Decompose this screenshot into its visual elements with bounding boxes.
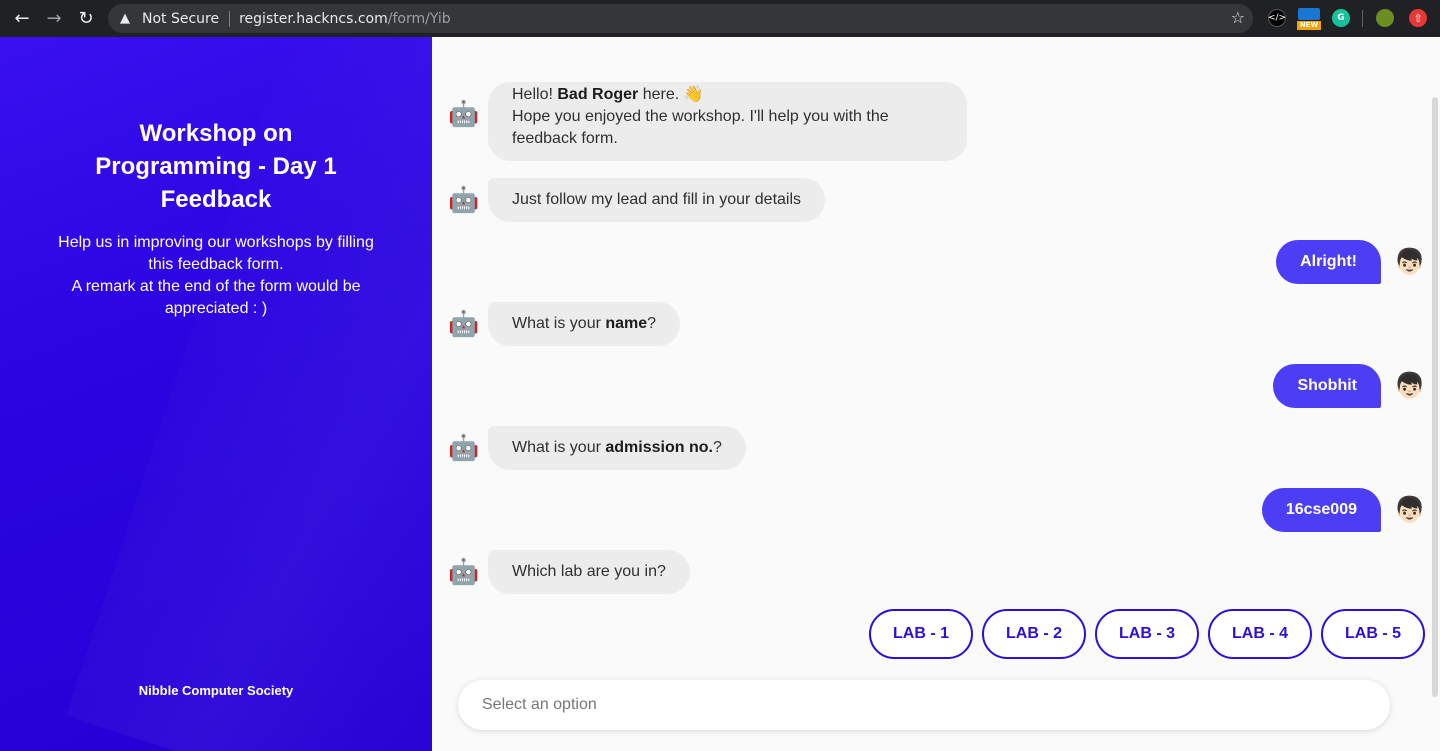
chat-input-bar <box>458 680 1390 730</box>
url-path: /form/Yib <box>387 10 451 27</box>
bot-message-follow: Just follow my lead and fill in your det… <box>488 178 826 222</box>
bot-name: Bad Roger <box>557 86 639 103</box>
greeting-prefix: Hello! <box>512 86 558 103</box>
option-lab-1[interactable]: LAB - 1 <box>869 609 973 659</box>
organization-name: Nibble Computer Society <box>138 683 294 698</box>
bot-question-lab: Which lab are you in? <box>488 550 690 594</box>
option-lab-5[interactable]: LAB - 5 <box>1321 609 1425 659</box>
question-prefix: What is your <box>512 315 606 332</box>
back-icon[interactable]: ← <box>6 2 38 34</box>
chat-panel: 🤖 Hello! Bad Roger here. 👋 Hope you enjo… <box>432 37 1440 751</box>
form-description: Help us in improving our workshops by fi… <box>56 232 376 320</box>
lab-options: LAB - 1 LAB - 2 LAB - 3 LAB - 4 LAB - 5 <box>869 609 1425 659</box>
bot-message-greeting: Hello! Bad Roger here. 👋 Hope you enjoye… <box>488 82 967 161</box>
reload-icon[interactable]: ↻ <box>70 2 102 34</box>
chat-input[interactable] <box>482 696 1362 714</box>
user-reply-name: Shobhit <box>1273 364 1381 408</box>
bot-avatar: 🤖 <box>448 434 480 462</box>
new-badge: NEW <box>1297 21 1321 30</box>
question-suffix: ? <box>712 439 722 456</box>
option-lab-4[interactable]: LAB - 4 <box>1208 609 1312 659</box>
user-reply-alright: Alright! <box>1276 240 1381 284</box>
form-title: Workshop on Programming - Day 1 Feedback <box>95 120 337 213</box>
bot-avatar: 🤖 <box>448 558 480 586</box>
description-line-2: A remark at the end of the form would be… <box>71 278 361 317</box>
bot-avatar: 🤖 <box>448 310 480 338</box>
scrollbar[interactable] <box>1432 97 1438 697</box>
bot-avatar: 🤖 <box>448 100 480 128</box>
extension-arrow-icon <box>1298 8 1320 20</box>
question-prefix: What is your <box>512 439 606 456</box>
new-extension-icon[interactable]: NEW <box>1297 8 1321 30</box>
user-reply-admission: 16cse009 <box>1261 488 1381 532</box>
address-separator <box>229 10 231 27</box>
greeting-line-2: Hope you enjoyed the workshop. I'll help… <box>512 108 889 147</box>
greeting-line-1: Hello! Bad Roger here. 👋 <box>512 84 943 106</box>
profile-avatar[interactable] <box>1376 9 1394 27</box>
description-line-1: Help us in improving our workshops by fi… <box>58 234 374 273</box>
browser-toolbar: ← → ↻ ▲ Not Secure register.hackncs.com /… <box>0 0 1440 37</box>
address-bar[interactable]: ▲ Not Secure register.hackncs.com/form/Y… <box>108 4 1253 33</box>
bot-question-name: What is your name? <box>488 302 681 346</box>
user-avatar: 👦🏻 <box>1394 248 1426 276</box>
greeting-suffix: here. 👋 <box>638 86 704 103</box>
question-keyword: name <box>605 315 648 332</box>
forward-icon[interactable]: → <box>38 2 70 34</box>
question-keyword: admission no. <box>605 439 713 456</box>
bot-avatar: 🤖 <box>448 186 480 214</box>
code-extension-icon[interactable]: </> <box>1268 9 1286 27</box>
form-info-panel: Workshop on Programming - Day 1 Feedback… <box>0 37 432 751</box>
question-suffix: ? <box>647 315 657 332</box>
security-label: Not Secure <box>142 10 220 27</box>
toolbar-divider <box>1362 10 1363 27</box>
warning-icon: ▲ <box>120 11 130 26</box>
option-lab-2[interactable]: LAB - 2 <box>982 609 1086 659</box>
grammarly-icon[interactable]: G <box>1332 9 1350 27</box>
bookmark-star-icon[interactable]: ☆ <box>1231 8 1245 27</box>
user-avatar: 👦🏻 <box>1394 496 1426 524</box>
option-lab-3[interactable]: LAB - 3 <box>1095 609 1199 659</box>
bot-question-admission: What is your admission no.? <box>488 426 746 470</box>
user-avatar: 👦🏻 <box>1394 372 1426 400</box>
upload-extension-icon[interactable]: ⇧ <box>1409 9 1427 27</box>
url-host: register.hackncs.com <box>239 10 388 27</box>
